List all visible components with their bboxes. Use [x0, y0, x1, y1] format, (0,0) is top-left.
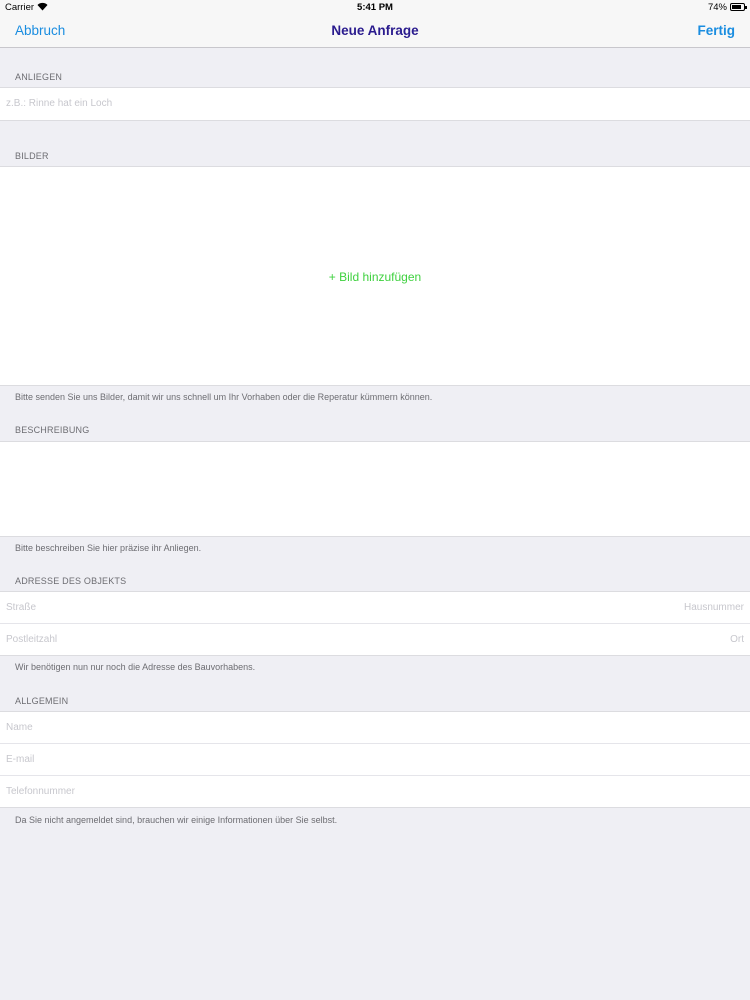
battery-icon	[730, 3, 747, 11]
section-header-bilder: BILDER	[15, 151, 49, 161]
name-input[interactable]	[6, 712, 406, 743]
postal-code-row	[0, 624, 750, 656]
city-input[interactable]	[544, 624, 744, 655]
navigation-bar: Abbruch Neue Anfrage Fertig	[0, 15, 750, 48]
section-footer-adresse: Wir benötigen nun nur noch die Adresse d…	[15, 662, 256, 672]
section-footer-beschreibung: Bitte beschreiben Sie hier präzise ihr A…	[15, 543, 202, 553]
status-bar: Carrier 5:41 PM 74%	[0, 0, 750, 15]
postal-code-input[interactable]	[6, 624, 406, 655]
section-header-allgemein: ALLGEMEIN	[15, 696, 69, 706]
adresse-group	[0, 591, 750, 656]
phone-row	[0, 776, 750, 808]
battery-percentage: 74%	[707, 2, 727, 13]
anliegen-cell	[0, 88, 750, 120]
allgemein-group	[0, 711, 750, 808]
status-time: 5:41 PM	[357, 2, 393, 13]
anliegen-input[interactable]	[6, 88, 406, 119]
beschreibung-group	[0, 441, 750, 537]
section-footer-allgemein: Da Sie nicht angemeldet sind, brauchen w…	[15, 815, 338, 825]
email-input[interactable]	[6, 744, 406, 775]
street-row	[0, 592, 750, 624]
name-row	[0, 712, 750, 744]
section-header-anliegen: ANLIEGEN	[15, 72, 63, 82]
description-textarea[interactable]	[0, 442, 750, 535]
section-header-beschreibung: BESCHREIBUNG	[15, 425, 90, 435]
street-input[interactable]	[6, 592, 406, 623]
section-header-adresse: ADRESSE DES OBJEKTS	[15, 576, 127, 586]
done-button[interactable]: Fertig	[697, 23, 735, 38]
page-title: Neue Anfrage	[331, 23, 419, 38]
email-row	[0, 744, 750, 776]
phone-input[interactable]	[6, 776, 406, 807]
section-footer-bilder: Bitte senden Sie uns Bilder, damit wir u…	[15, 392, 433, 402]
bilder-group: + Bild hinzufügen	[0, 166, 750, 386]
add-image-button[interactable]: + Bild hinzufügen	[0, 270, 750, 284]
house-number-input[interactable]	[544, 592, 744, 623]
anliegen-group	[0, 87, 750, 121]
